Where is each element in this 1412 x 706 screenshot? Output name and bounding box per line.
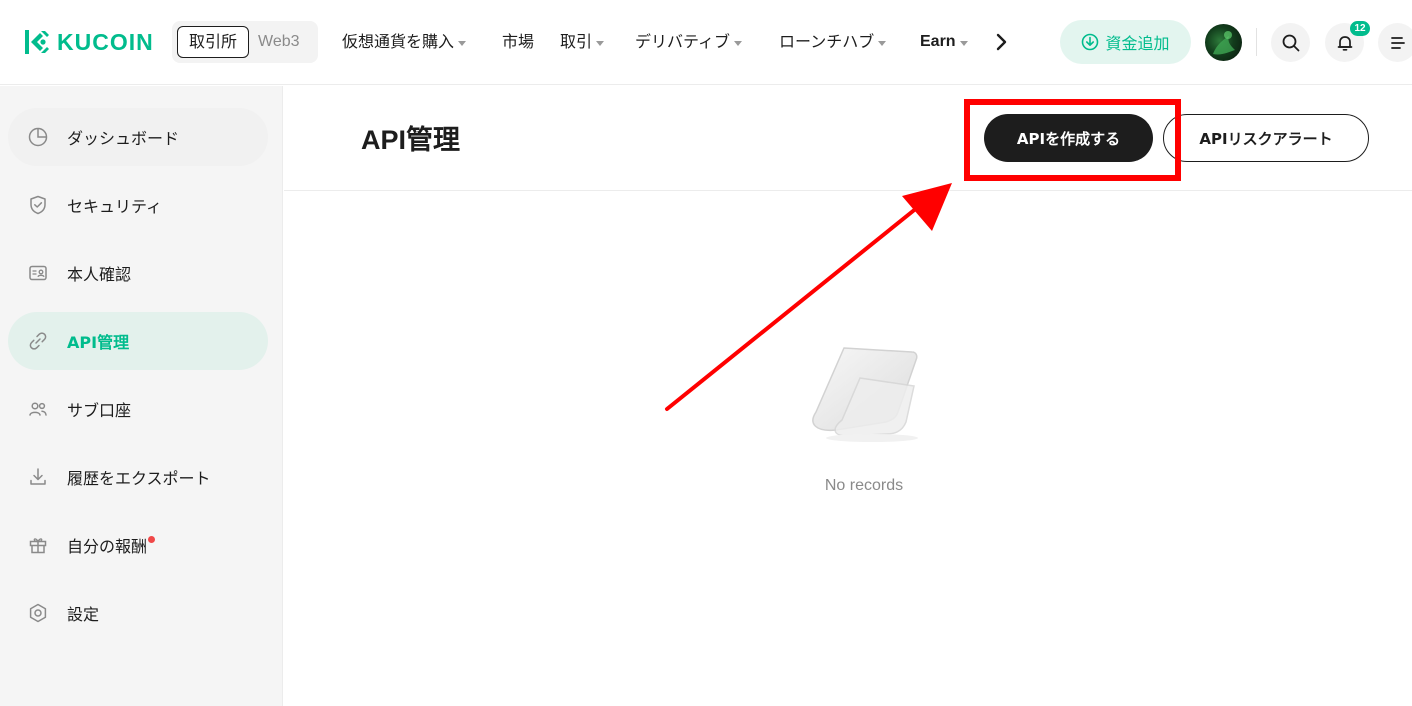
nav-derivatives[interactable]: デリバティブ xyxy=(635,31,743,53)
sidebar-item-label: セキュリティ xyxy=(67,197,163,216)
caret-down-icon xyxy=(734,40,743,46)
mode-web3-tab[interactable]: Web3 xyxy=(258,26,300,58)
header-divider xyxy=(1256,28,1257,56)
settings-icon xyxy=(27,602,49,624)
sidebar-item-sub-accounts[interactable]: サブ口座 xyxy=(8,380,268,438)
download-icon xyxy=(27,466,49,488)
avatar[interactable] xyxy=(1205,24,1242,61)
nav-trade[interactable]: 取引 xyxy=(560,31,605,53)
brand-name: KUCOIN xyxy=(57,28,154,55)
sidebar-item-label: 自分の報酬 xyxy=(67,537,148,556)
new-indicator-dot xyxy=(148,536,156,543)
menu-icon xyxy=(1390,36,1405,49)
search-icon xyxy=(1282,34,1299,51)
avatar-image xyxy=(1213,31,1235,55)
caret-down-icon xyxy=(878,40,887,46)
sidebar-item-label: ダッシュボード xyxy=(67,129,180,148)
nav-buy-crypto[interactable]: 仮想通貨を購入 xyxy=(342,31,467,53)
menu-button[interactable] xyxy=(1378,23,1412,62)
sidebar-item-dashboard[interactable]: ダッシュボード xyxy=(8,108,268,166)
deposit-label: 資金追加 xyxy=(1105,34,1170,53)
empty-state-text: No records xyxy=(824,477,904,494)
mode-exchange-tab[interactable]: 取引所 xyxy=(177,26,249,58)
kucoin-logo[interactable]: KUCOIN xyxy=(21,28,154,56)
gift-icon xyxy=(27,534,49,556)
shield-icon xyxy=(27,194,49,216)
header-divider-line xyxy=(284,190,1412,191)
sidebar-item-label: API管理 xyxy=(67,333,130,352)
nav-markets[interactable]: 市場 xyxy=(502,31,534,53)
page-title: API管理 xyxy=(361,125,461,155)
caret-down-icon xyxy=(959,40,968,46)
api-risk-alert-button[interactable]: APIリスクアラート xyxy=(1163,114,1369,162)
notification-count-badge: 12 xyxy=(1350,21,1370,36)
sidebar-item-my-rewards[interactable]: 自分の報酬 xyxy=(8,516,268,574)
exchange-web3-switch[interactable]: 取引所 Web3 xyxy=(172,21,318,63)
sidebar-item-export-history[interactable]: 履歴をエクスポート xyxy=(8,448,268,506)
nav-label: Earn xyxy=(920,33,956,50)
chevron-right-icon xyxy=(996,33,1007,51)
sidebar-item-label: 履歴をエクスポート xyxy=(67,469,211,488)
nav-label: 市場 xyxy=(502,32,535,51)
nav-more-button[interactable] xyxy=(992,30,1012,54)
nav-earn[interactable]: Earn xyxy=(920,31,968,53)
sidebar-item-security[interactable]: セキュリティ xyxy=(8,176,268,234)
annotation-highlight-box xyxy=(964,99,1181,181)
empty-state-illustration xyxy=(802,340,926,444)
sidebar-item-label: サブ口座 xyxy=(67,401,132,420)
download-icon xyxy=(1082,33,1099,51)
sidebar-item-settings[interactable]: 設定 xyxy=(8,584,268,642)
users-icon xyxy=(27,398,49,420)
id-card-icon xyxy=(27,262,49,284)
sidebar-item-verification[interactable]: 本人確認 xyxy=(8,244,268,302)
nav-label: ローンチハブ xyxy=(779,32,875,51)
kucoin-logo-icon xyxy=(25,30,49,54)
sidebar-item-label: 本人確認 xyxy=(67,265,132,284)
sidebar-item-label: 設定 xyxy=(67,605,100,624)
sidebar-item-api-management[interactable]: API管理 xyxy=(8,312,268,370)
nav-label: 仮想通貨を購入 xyxy=(342,32,455,51)
account-sidebar: ダッシュボード セキュリティ 本人確認 API管理 サブ口座 履歴をエクスポート xyxy=(0,86,283,706)
caret-down-icon xyxy=(458,40,467,46)
link-icon xyxy=(27,330,49,352)
top-navigation-bar: KUCOIN 取引所 Web3 仮想通貨を購入 市場 取引 デリバティブ ローン… xyxy=(0,0,1412,85)
bell-icon xyxy=(1337,35,1352,51)
nav-label: 取引 xyxy=(560,32,593,51)
pie-chart-icon xyxy=(27,126,49,148)
deposit-button[interactable]: 資金追加 xyxy=(1060,20,1191,64)
nav-label: デリバティブ xyxy=(635,32,731,51)
nav-launch-hub[interactable]: ローンチハブ xyxy=(779,31,887,53)
search-button[interactable] xyxy=(1271,23,1310,62)
caret-down-icon xyxy=(596,40,605,46)
sidebar-item-label-wrap: 自分の報酬 xyxy=(67,533,156,557)
